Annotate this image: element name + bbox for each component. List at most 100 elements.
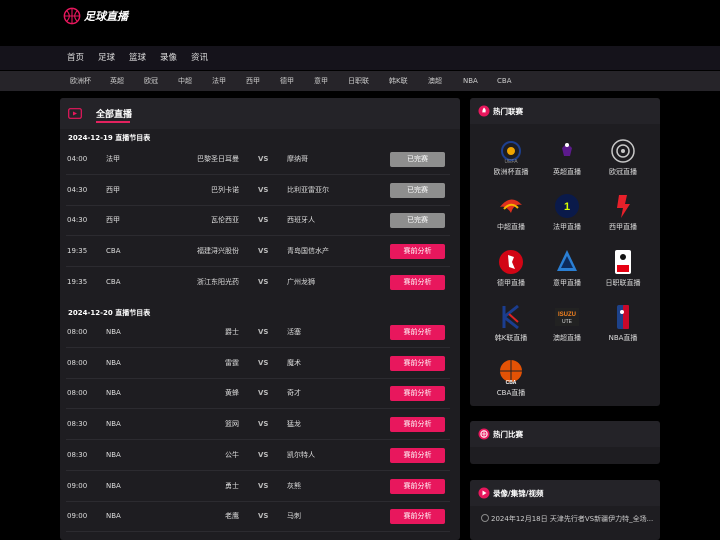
nav-news[interactable]: 资讯 [191,46,208,70]
league-link[interactable]: 德甲直播 [485,247,537,299]
finished-button[interactable]: 已完赛 [390,213,445,229]
nav-replay[interactable]: 录像 [160,46,177,70]
home-team: 篮网 [225,420,239,429]
bundesliga-icon [499,250,523,274]
home-team: 公牛 [225,450,239,459]
league-link[interactable]: 英超直播 [541,136,593,188]
home-team: 浙江东阳光药 [197,277,239,286]
pre-match-analysis-button[interactable]: 赛前分析 [390,478,445,494]
match-row[interactable]: 04:30 西甲 巴列卡诺 VS 比利亚雷亚尔 已完赛 [60,175,460,206]
match-row[interactable]: 19:35 CBA 福建浔兴股份 VS 青岛国信水产 赛前分析 [60,236,460,268]
league-nav-item[interactable]: 欧冠 [144,71,158,91]
match-time: 04:30 [67,185,88,194]
champions-league-icon [611,139,635,163]
league-nav-item[interactable]: NBA [463,71,478,91]
schedule-title[interactable]: 全部直播 [96,107,132,120]
chinese-super-league-icon [500,199,522,213]
league-link[interactable]: 1 法甲直播 [541,191,593,243]
league-link[interactable]: 日职联直播 [597,247,649,299]
pre-match-analysis-button[interactable]: 赛前分析 [390,417,445,433]
league-link-label: 中超直播 [497,223,525,231]
pre-match-analysis-button[interactable]: 赛前分析 [390,325,445,340]
tv-icon [68,108,82,119]
league-nav-item[interactable]: 英超 [110,71,124,91]
league-nav-item[interactable]: 意甲 [314,71,328,91]
league-link[interactable]: 欧冠直播 [597,136,649,188]
match-league: 西甲 [106,216,120,225]
league-link[interactable]: 西甲直播 [597,191,649,243]
match-time: 09:00 [67,481,88,490]
vs-label: VS [258,328,269,336]
pre-match-analysis-button[interactable]: 赛前分析 [390,447,445,463]
match-league: NBA [106,420,121,429]
a-league-icon: ISUZUUTE [555,308,579,326]
league-link[interactable]: 韩K联直播 [485,302,537,354]
league-nav-item[interactable]: CBA [497,71,511,91]
home-team: 巴黎圣日耳曼 [197,155,239,163]
league-link-label: 法甲直播 [553,223,581,231]
league-link-label: 英超直播 [553,168,581,176]
logo-text: 足球直播 [84,10,128,23]
league-nav-item[interactable]: 日职联 [348,71,369,91]
match-row[interactable]: 09:00 NBA 老鹰 VS 马刺 赛前分析 [60,501,460,533]
svg-text:UEFA: UEFA [504,159,518,165]
league-link[interactable]: UEFA 欧洲杯直播 [485,136,537,188]
match-time: 08:30 [67,450,88,459]
finished-button[interactable]: 已完赛 [390,182,445,198]
vs-label: VS [258,450,269,459]
match-league: NBA [106,450,121,459]
match-row[interactable]: 08:00 NBA 爵士 VS 活塞 赛前分析 [60,317,460,348]
match-time: 08:00 [67,328,88,336]
svg-text:CBA: CBA [506,380,517,386]
video-item[interactable]: 2024年12月18日 天津先行者VS新疆伊力特_全场... [481,514,653,526]
vs-label: VS [258,216,269,225]
hot-matches-header: 热门比赛 [470,421,660,447]
finished-button[interactable]: 已完赛 [390,152,445,167]
vs-label: VS [258,247,269,256]
away-team: 西班牙人 [287,216,315,225]
league-nav-item[interactable]: 澳超 [428,71,442,91]
league-link-label: NBA直播 [608,334,638,342]
match-row[interactable]: 19:35 CBA 浙江东阳光药 VS 广州龙狮 赛前分析 [60,267,460,298]
league-link[interactable]: CBA CBA直播 [485,357,537,406]
league-link-label: 欧洲杯直播 [493,168,529,176]
pre-match-analysis-button[interactable]: 赛前分析 [390,274,445,290]
pre-match-analysis-button[interactable]: 赛前分析 [390,244,445,260]
away-team: 摩纳哥 [287,155,308,163]
euro-cup-icon: UEFA [501,141,521,165]
league-link[interactable]: 中超直播 [485,191,537,243]
vs-label: VS [258,185,269,194]
match-league: NBA [106,358,121,367]
match-row[interactable]: 08:00 NBA 雷霆 VS 魔术 赛前分析 [60,348,460,379]
nav-home[interactable]: 首页 [67,46,84,70]
league-link[interactable]: ISUZU UTE 澳超直播 [541,302,593,354]
nav-football[interactable]: 足球 [98,46,115,70]
match-row[interactable]: 08:00 NBA 黄蜂 VS 奇才 赛前分析 [60,378,460,410]
pre-match-analysis-button[interactable]: 赛前分析 [390,509,445,525]
nav-basketball[interactable]: 篮球 [129,46,146,70]
home-team: 福建浔兴股份 [197,247,239,256]
league-nav-item[interactable]: 德甲 [280,71,294,91]
vs-label: VS [258,358,269,367]
site-logo[interactable]: 足球直播 [63,6,128,26]
league-nav-item[interactable]: 韩K联 [389,71,408,91]
match-time: 08:00 [67,358,88,367]
league-link[interactable]: NBA直播 [597,302,649,354]
league-nav-item[interactable]: 西甲 [246,71,260,91]
league-nav-item[interactable]: 法甲 [212,71,226,91]
home-team: 巴列卡诺 [211,185,239,194]
match-row[interactable]: 08:30 NBA 公牛 VS 凯尔特人 赛前分析 [60,440,460,471]
away-team: 活塞 [287,328,301,336]
match-row[interactable]: 08:30 NBA 篮网 VS 猛龙 赛前分析 [60,409,460,441]
basketball-logo-icon [63,7,81,25]
league-nav-item[interactable]: 欧洲杯 [70,71,91,91]
match-row[interactable]: 09:00 NBA 勇士 VS 灰熊 赛前分析 [60,471,460,502]
pre-match-analysis-button[interactable]: 赛前分析 [390,355,445,371]
pre-match-analysis-button[interactable]: 赛前分析 [390,386,445,402]
schedule-date-header: 2024-12-19 直播节目表 [68,134,151,142]
nba-icon [617,305,629,329]
league-nav-item[interactable]: 中超 [178,71,192,91]
match-row[interactable]: 04:30 西甲 瓦伦西亚 VS 西班牙人 已完赛 [60,205,460,237]
match-row[interactable]: 04:00 法甲 巴黎圣日耳曼 VS 摩纳哥 已完赛 [60,144,460,175]
league-link[interactable]: 意甲直播 [541,247,593,299]
